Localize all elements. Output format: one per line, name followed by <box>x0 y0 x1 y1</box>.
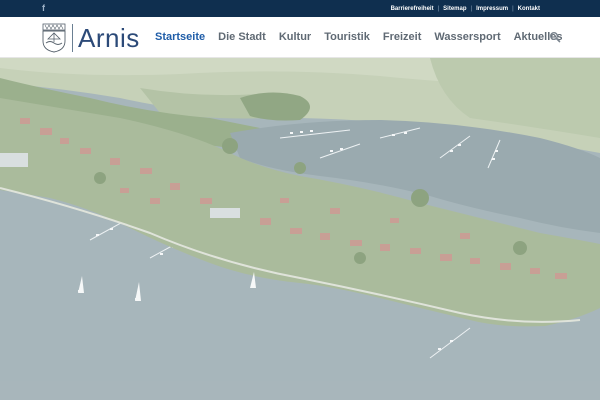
main-navigation: Startseite Die Stadt Kultur Touristik Fr… <box>152 17 576 74</box>
nav-wassersport[interactable]: Wassersport <box>434 17 500 58</box>
nav-startseite[interactable]: Startseite <box>152 17 208 74</box>
separator: | <box>470 5 473 12</box>
facebook-icon[interactable]: f <box>42 3 50 14</box>
logo-text: Arnis <box>78 23 140 53</box>
nav-touristik[interactable]: Touristik <box>324 17 370 58</box>
utility-links: Barrierefreiheit | Sitemap | Impressum |… <box>391 0 540 17</box>
hero-overlay <box>0 58 600 400</box>
coat-of-arms-icon <box>42 23 66 53</box>
logo-divider <box>72 24 73 52</box>
link-sitemap[interactable]: Sitemap <box>443 6 466 12</box>
separator: | <box>437 5 440 12</box>
nav-die-stadt[interactable]: Die Stadt <box>218 17 266 58</box>
site-logo[interactable]: Arnis <box>42 23 140 53</box>
search-icon[interactable] <box>549 31 561 43</box>
link-kontakt[interactable]: Kontakt <box>518 6 540 12</box>
link-barrierefreiheit[interactable]: Barrierefreiheit <box>391 6 434 12</box>
top-utility-bar: f Barrierefreiheit | Sitemap | Impressum… <box>0 0 600 17</box>
separator: | <box>512 5 514 12</box>
hero-image <box>0 58 600 400</box>
site-header: Arnis Startseite Die Stadt Kultur Touris… <box>0 17 600 74</box>
nav-freizeit[interactable]: Freizeit <box>383 17 422 58</box>
link-impressum[interactable]: Impressum <box>476 6 508 12</box>
nav-kultur[interactable]: Kultur <box>279 17 311 58</box>
